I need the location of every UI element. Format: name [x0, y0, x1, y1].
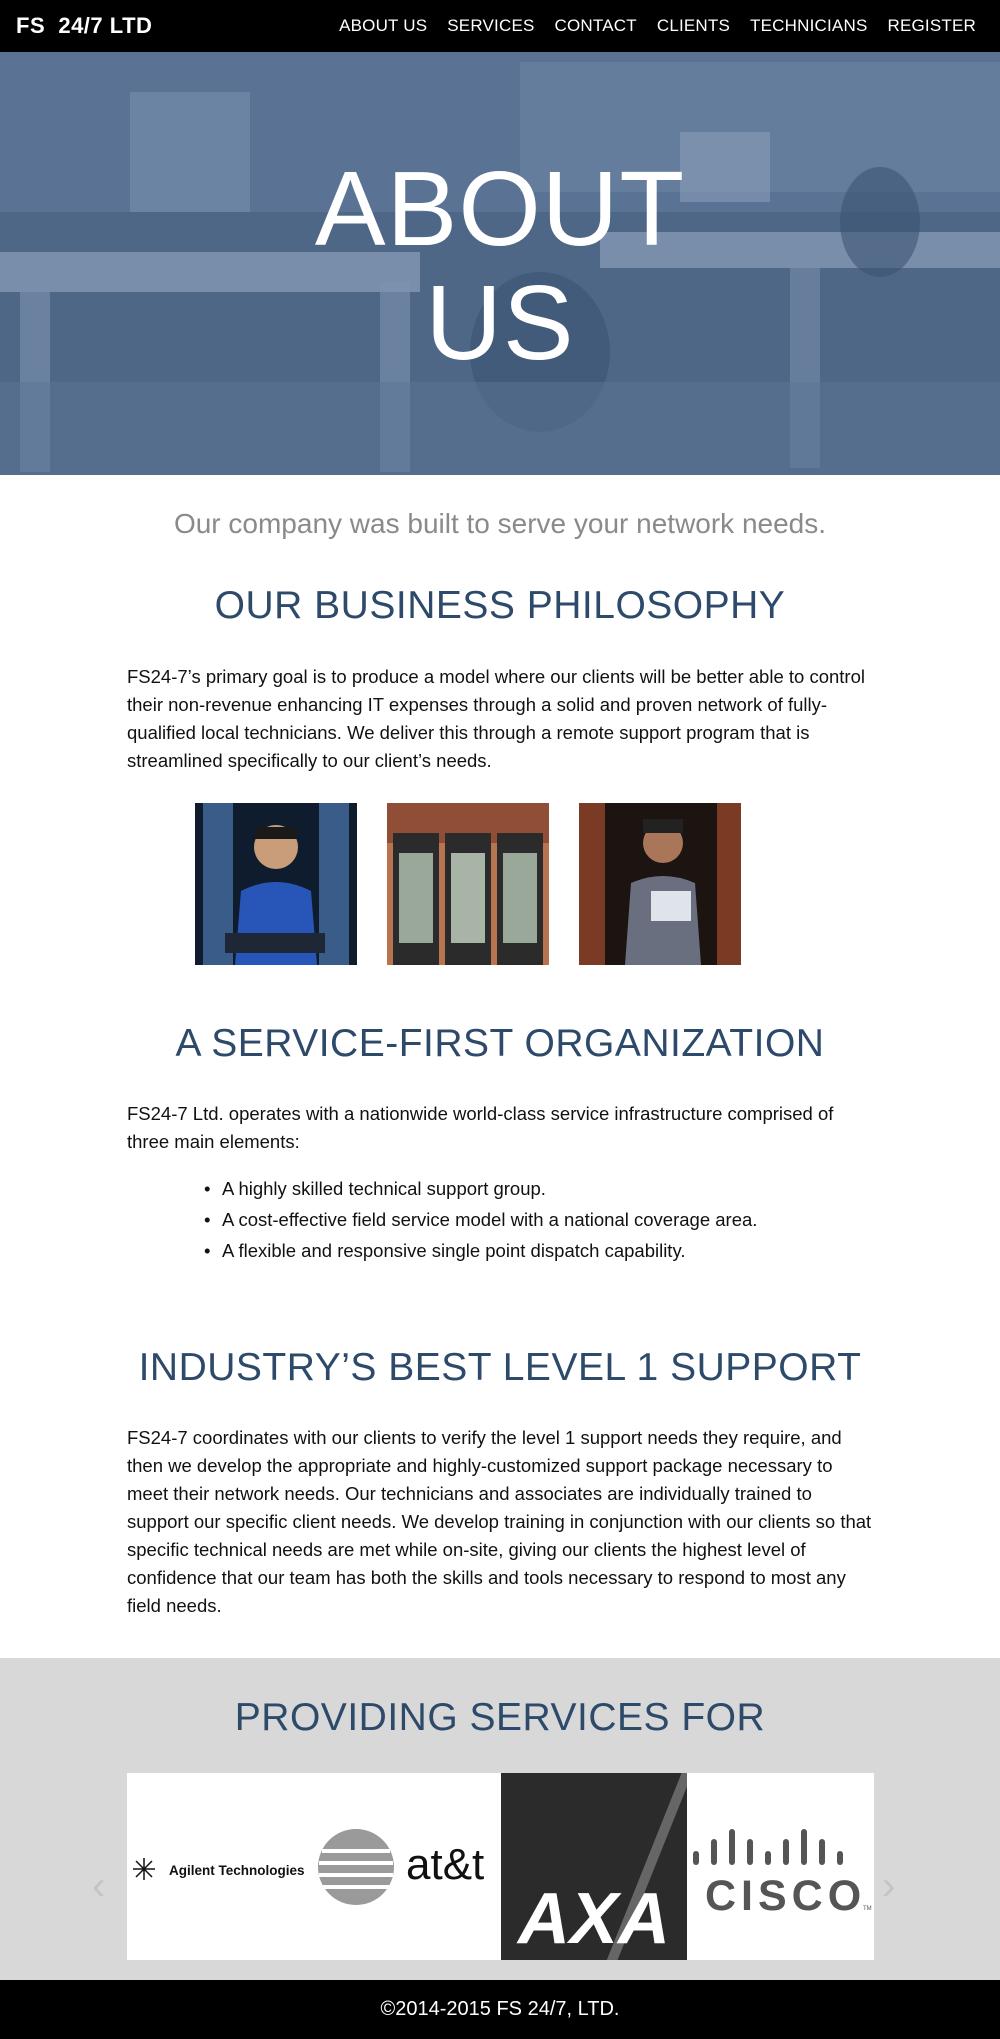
list-item: A highly skilled technical support group… [204, 1175, 764, 1203]
hero-title-line2: US [425, 264, 575, 382]
nav-link-technicians[interactable]: TECHNICIANS [750, 16, 867, 36]
server-racks-photo [387, 803, 549, 965]
main-nav: ABOUT US SERVICES CONTACT CLIENTS TECHNI… [319, 16, 976, 36]
list-item: A cost-effective field service model wit… [204, 1206, 764, 1234]
att-logo-text: at&t [406, 1840, 484, 1889]
nav-link-services[interactable]: SERVICES [447, 16, 534, 36]
nav-link-about-us[interactable]: ABOUT US [339, 16, 427, 36]
client-logo-att: at&t [314, 1773, 501, 1960]
hero-title-line1: ABOUT [314, 150, 686, 268]
axa-logo-text: AXA [515, 1879, 669, 1959]
footer-copyright: ©2014-2015 FS 24/7, LTD. [0, 1980, 1000, 2039]
nav-link-clients[interactable]: CLIENTS [657, 16, 730, 36]
cisco-logo-text: CISCO [705, 1872, 866, 1920]
service-first-heading: A SERVICE-FIRST ORGANIZATION [175, 1022, 825, 1065]
nav-link-register[interactable]: REGISTER [887, 16, 976, 36]
level1-text: FS24-7 coordinates with our clients to v… [127, 1427, 872, 1616]
brand-logo-link[interactable]: FS 24/7 LTD [16, 13, 152, 39]
photo-row [195, 803, 741, 965]
list-item: A flexible and responsive single point d… [204, 1237, 764, 1265]
philosophy-text: FS24-7’s primary goal is to produce a mo… [127, 666, 865, 771]
tagline: Our company was built to serve your netw… [173, 508, 827, 539]
level1-heading: INDUSTRY’S BEST LEVEL 1 SUPPORT [138, 1346, 862, 1389]
client-logo-agilent: Agilent Technologies [127, 1773, 314, 1960]
clients-section: PROVIDING SERVICES FOR ‹ Agilent Technol… [0, 1658, 1000, 1980]
agilent-logo-text: Agilent Technologies [169, 1863, 305, 1878]
hero-title: ABOUT US [0, 152, 1000, 380]
client-logo-carousel: Agilent Technologies at&t AXA CISCO TM [127, 1773, 874, 1960]
service-elements-list: A highly skilled technical support group… [204, 1175, 764, 1268]
chevron-left-icon[interactable]: ‹ [92, 1866, 105, 1906]
cisco-tm-mark: TM [863, 1906, 872, 1912]
clients-heading: PROVIDING SERVICES FOR [234, 1696, 766, 1739]
client-logo-cisco: CISCO TM [687, 1773, 874, 1960]
service-first-text: FS24-7 Ltd. operates with a nationwide w… [127, 1103, 834, 1152]
top-navbar: FS 24/7 LTD ABOUT US SERVICES CONTACT CL… [0, 0, 1000, 52]
chevron-right-icon[interactable]: › [882, 1866, 895, 1906]
client-logo-axa: AXA [500, 1773, 688, 1960]
technician-at-server-photo [195, 803, 357, 965]
technician-with-tablet-photo [579, 803, 741, 965]
hero-banner: ABOUT US [0, 52, 1000, 475]
philosophy-heading: OUR BUSINESS PHILOSOPHY [214, 584, 786, 627]
nav-link-contact[interactable]: CONTACT [555, 16, 637, 36]
